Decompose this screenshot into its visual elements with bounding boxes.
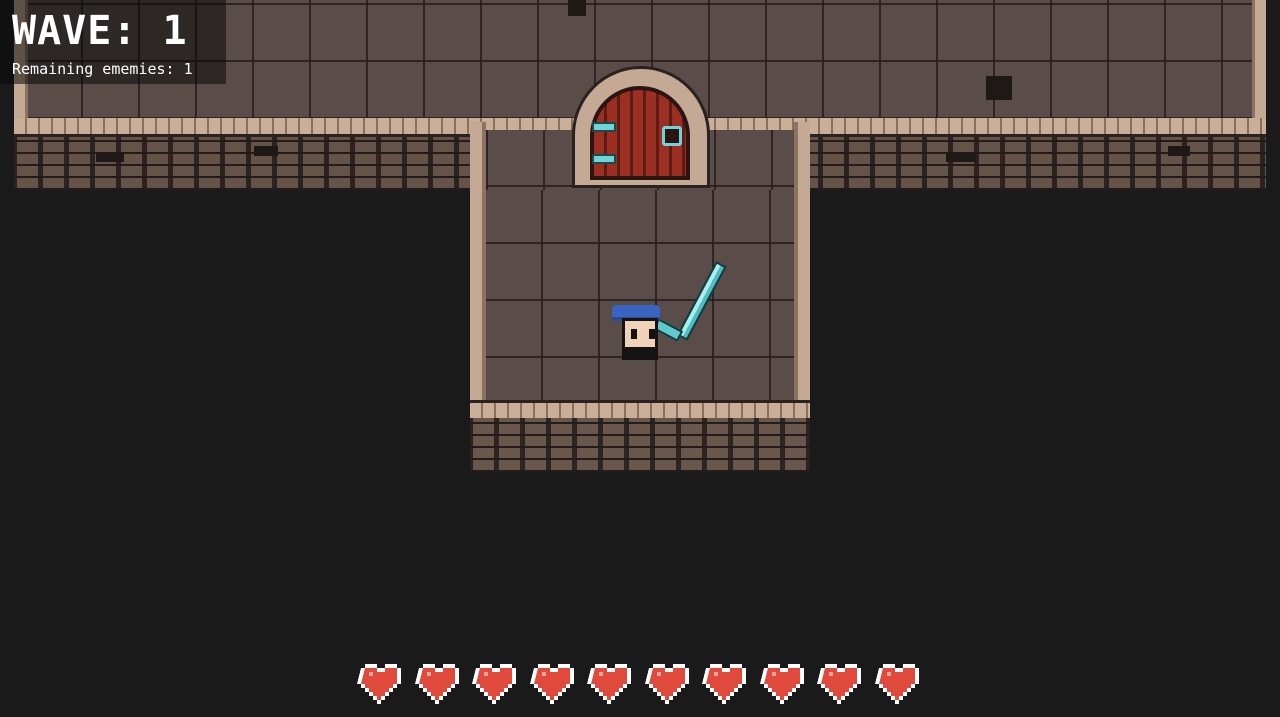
wall-crack <box>1168 146 1190 156</box>
player-eye-icon <box>631 329 637 339</box>
player-eye-icon <box>649 329 655 339</box>
health-hearts <box>357 660 923 708</box>
floor-crack <box>986 76 1012 100</box>
heart-icon <box>357 664 401 704</box>
heart-icon <box>817 664 861 704</box>
player-character <box>622 318 658 350</box>
door-hinge-icon <box>592 154 616 164</box>
heart-icon <box>874 664 919 704</box>
door-hinge-icon <box>592 122 616 132</box>
heart-icon <box>587 664 631 704</box>
door-knob-icon <box>662 126 682 146</box>
top-room-right-wall <box>1252 0 1266 130</box>
small-room-bottom-wall <box>470 418 810 472</box>
wave-counter: WAVE: 1 <box>12 8 188 54</box>
wall-crack <box>96 152 124 162</box>
player-body <box>622 348 658 360</box>
heart-icon <box>414 664 459 704</box>
remaining-enemies-text: Remaining ememies: 1 <box>12 60 193 78</box>
wall-crack <box>946 152 976 162</box>
heart-icon <box>644 664 689 704</box>
wall-crack <box>254 146 278 156</box>
small-room-left-wall <box>470 122 486 422</box>
heart-icon <box>472 664 516 704</box>
heart-icon <box>759 664 804 704</box>
heart-icon <box>702 664 746 704</box>
floor-crack <box>568 0 586 16</box>
heart-icon <box>529 664 574 704</box>
small-room-right-wall <box>794 122 810 422</box>
